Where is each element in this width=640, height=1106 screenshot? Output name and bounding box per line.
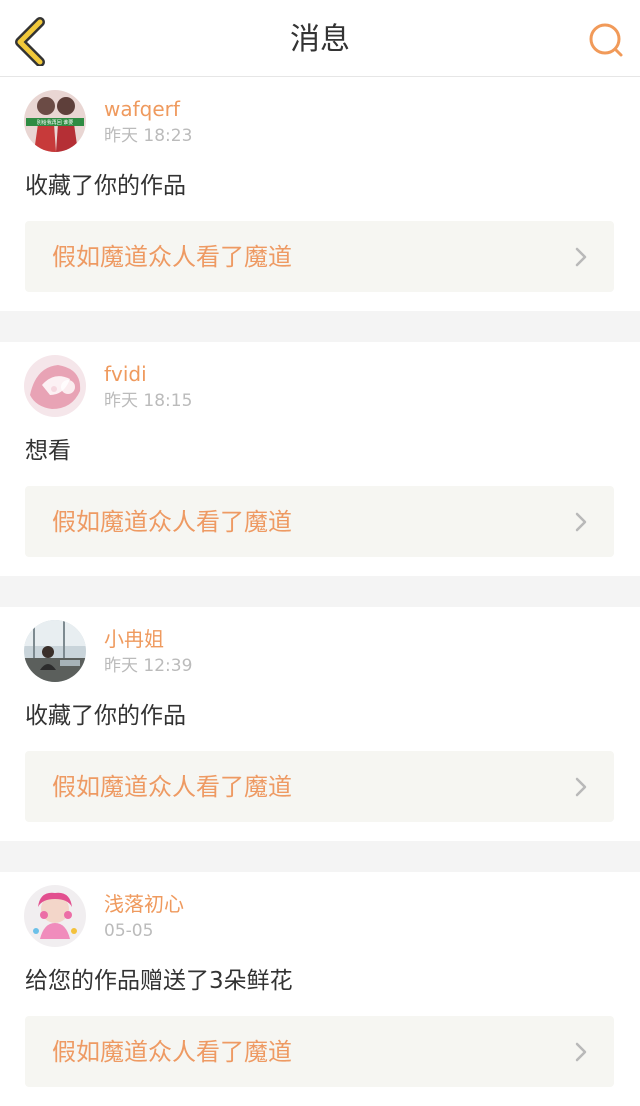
work-link-card[interactable]: 假如魔道众人看了魔道 [25, 486, 614, 557]
message-text: 给您的作品赠送了3朵鲜花 [25, 968, 293, 994]
divider [0, 576, 640, 607]
message-item: fvidi 昨天 18:15 想看 假如魔道众人看了魔道 [0, 342, 640, 576]
message-item: 浅落初心 05-05 给您的作品赠送了3朵鲜花 假如魔道众人看了魔道 [0, 872, 640, 1106]
username[interactable]: fvidi [104, 362, 147, 386]
avatar[interactable]: 別给我再回 谁要 [24, 90, 86, 152]
avatar[interactable] [24, 620, 86, 682]
user-avatar-image [24, 620, 86, 682]
chevron-right-icon [575, 512, 587, 532]
user-avatar-image [24, 885, 86, 947]
message-text: 收藏了你的作品 [25, 173, 186, 199]
work-link-card[interactable]: 假如魔道众人看了魔道 [25, 751, 614, 822]
avatar[interactable] [24, 355, 86, 417]
message-text: 想看 [25, 438, 71, 464]
divider [0, 311, 640, 342]
message-text: 收藏了你的作品 [25, 703, 186, 729]
avatar[interactable] [24, 885, 86, 947]
work-title: 假如魔道众人看了魔道 [52, 773, 292, 801]
work-link-card[interactable]: 假如魔道众人看了魔道 [25, 1016, 614, 1087]
work-title: 假如魔道众人看了魔道 [52, 508, 292, 536]
divider [0, 841, 640, 872]
username[interactable]: wafqerf [104, 97, 180, 121]
timestamp: 昨天 18:15 [104, 391, 193, 411]
timestamp: 昨天 18:23 [104, 126, 193, 146]
work-link-card[interactable]: 假如魔道众人看了魔道 [25, 221, 614, 292]
user-avatar-image [24, 355, 86, 417]
top-nav-bar: 消息 [0, 0, 640, 77]
message-item: 別给我再回 谁要 wafqerf 昨天 18:23 收藏了你的作品 假如魔道众人… [0, 77, 640, 311]
search-button[interactable] [586, 20, 626, 60]
message-item: 小冉姐 昨天 12:39 收藏了你的作品 假如魔道众人看了魔道 [0, 607, 640, 841]
chevron-right-icon [575, 247, 587, 267]
work-title: 假如魔道众人看了魔道 [52, 1038, 292, 1066]
username[interactable]: 浅落初心 [104, 892, 184, 916]
message-list: 別给我再回 谁要 wafqerf 昨天 18:23 收藏了你的作品 假如魔道众人… [0, 77, 640, 1106]
search-icon [589, 23, 623, 57]
username[interactable]: 小冉姐 [104, 627, 164, 651]
timestamp: 昨天 12:39 [104, 656, 193, 676]
chevron-right-icon [575, 777, 587, 797]
chevron-right-icon [575, 1042, 587, 1062]
page-title: 消息 [290, 22, 350, 57]
user-avatar-image: 別给我再回 谁要 [24, 90, 86, 152]
svg-text:別给我再回 谁要: 別给我再回 谁要 [37, 119, 74, 126]
timestamp: 05-05 [104, 921, 154, 941]
work-title: 假如魔道众人看了魔道 [52, 243, 292, 271]
